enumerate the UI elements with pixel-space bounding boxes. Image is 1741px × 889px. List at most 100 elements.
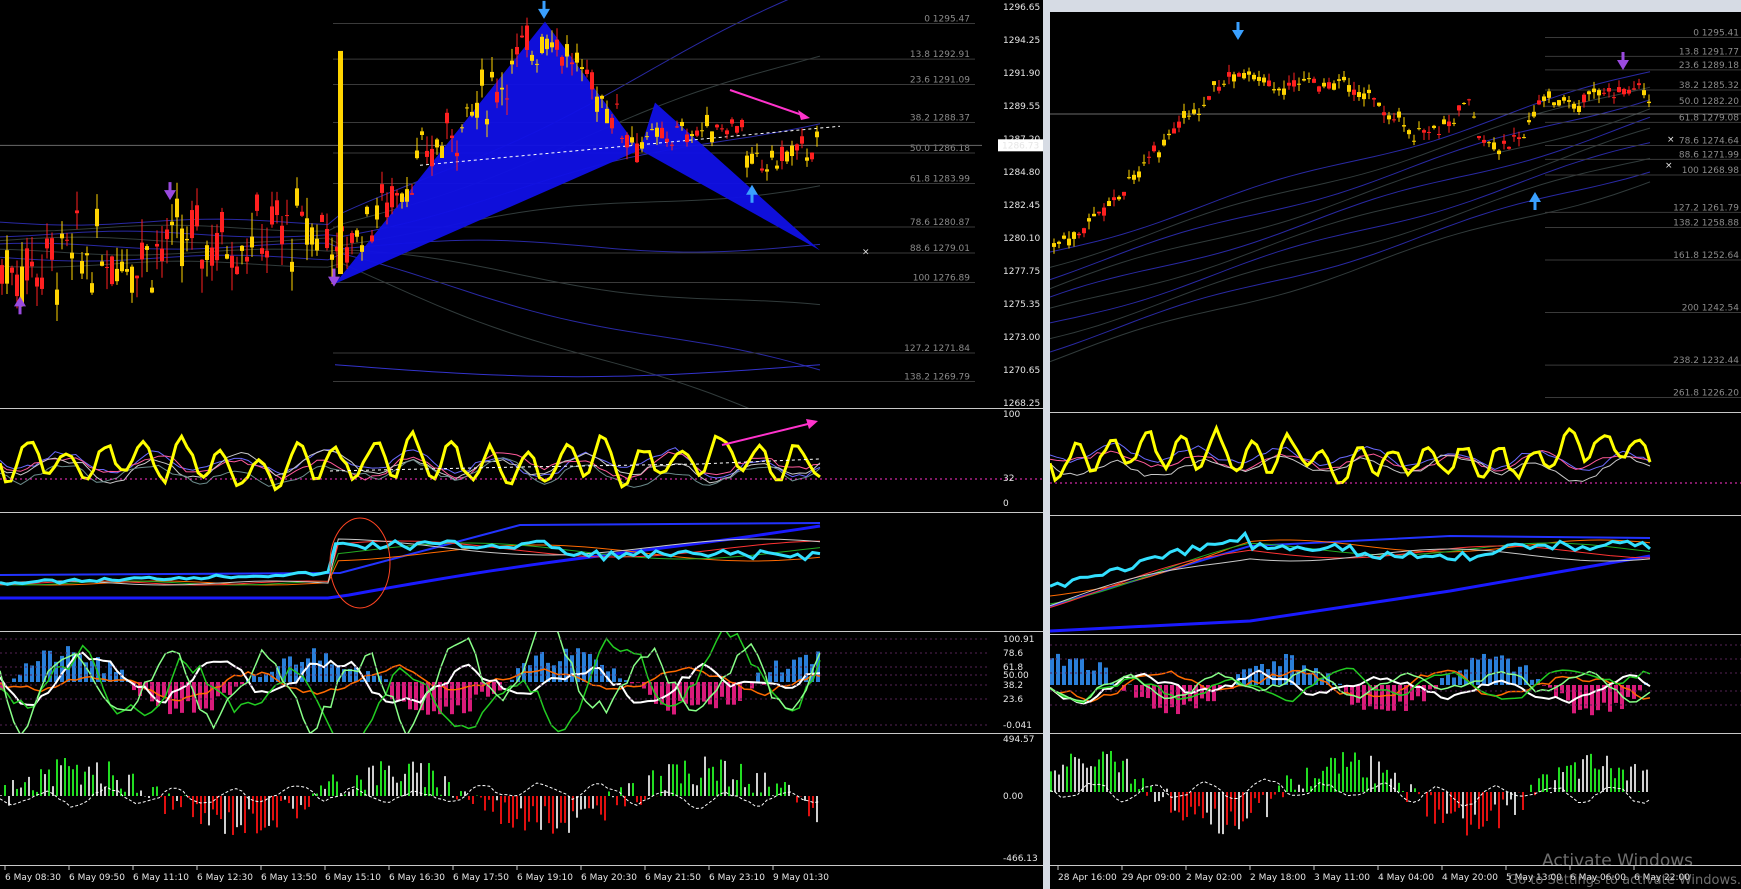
- right-ma-chart[interactable]: [1050, 516, 1741, 634]
- right-rsi-chart[interactable]: [1050, 413, 1741, 515]
- left-vol-bar-200: [200, 796, 202, 825]
- right-vol-bar-252: [1302, 788, 1304, 792]
- left-fib-label-2: 23.6 1291.09: [910, 76, 970, 86]
- right-candle-body-73: [1417, 128, 1421, 130]
- right-candle-body-65: [1377, 102, 1381, 106]
- left-rsi-pink-arrowhead: [806, 419, 818, 429]
- left-oscillator-chart[interactable]: 100.9178.661.850.0038.223.6-0.041: [0, 632, 1043, 733]
- right-osc-pane[interactable]: [1050, 635, 1741, 734]
- left-vol-bar-132: [132, 773, 134, 796]
- right-osc-bar-0: [1050, 658, 1054, 685]
- left-ma-slow-blue: [0, 524, 821, 600]
- left-vol-bar-700: [700, 777, 702, 796]
- right-vol-bar-164: [1214, 792, 1216, 809]
- left-candle-body-5: [25, 248, 29, 281]
- right-ma-pane[interactable]: [1050, 516, 1741, 635]
- left-vol-bar-288: [288, 796, 290, 804]
- right-volume-pane[interactable]: [1050, 734, 1741, 866]
- right-price-chart[interactable]: 0 1295.41 13.8 1291.77 23.6 1289.18 38.2 12…: [1050, 12, 1741, 412]
- right-chart-window[interactable]: 0 1295.41 13.8 1291.77 23.6 1289.18 38.2 12…: [1050, 0, 1741, 889]
- right-fib-label-12: 200 1242.54: [1682, 304, 1740, 314]
- left-vol-bar-48: [48, 769, 50, 796]
- left-osc-bar-228: [228, 682, 232, 695]
- left-price-chart[interactable]: 0 1295.47 13.8 1292.91 23.6 1291.09 38.2 12…: [0, 0, 1043, 408]
- left-vol-bar-756: [756, 773, 758, 796]
- right-rsi-pane[interactable]: [1050, 413, 1741, 516]
- left-chart-window[interactable]: 0 1295.47 13.8 1292.91 23.6 1291.09 38.2 12…: [0, 0, 1043, 889]
- right-osc-bar-390: [1440, 678, 1444, 685]
- left-candle-body-137: [685, 134, 689, 143]
- left-ma-pane[interactable]: [0, 513, 1043, 632]
- right-candle-body-5: [1077, 233, 1081, 236]
- right-vol-bar-56: [1106, 754, 1108, 792]
- left-osc-bar-408: [408, 682, 412, 710]
- left-fib-label-3: 38.2 1288.37: [910, 113, 970, 123]
- left-vol-bar-560: [560, 796, 562, 823]
- right-ma-slow-blue: [1050, 554, 1651, 633]
- left-time-label-1: 6 May 09:50: [69, 873, 125, 883]
- right-vol-bar-448: [1498, 792, 1500, 829]
- left-price-axis-label-5: 1284.80: [1003, 168, 1040, 178]
- right-candle-body-77: [1437, 133, 1441, 135]
- left-candle-body-159: [795, 144, 799, 151]
- left-vol-bar-544: [544, 796, 546, 807]
- left-vol-bar-760: [760, 792, 762, 796]
- left-osc-bar-18: [18, 674, 22, 682]
- left-yellow-x-mark: ×: [862, 248, 870, 258]
- right-vol-bar-320: [1370, 755, 1372, 792]
- window-splitter[interactable]: [1043, 0, 1050, 889]
- left-candle-body-90: [450, 135, 454, 139]
- left-volume-pane[interactable]: 494.57 0.00 -466.13: [0, 734, 1043, 866]
- right-candle-body-96: [1532, 111, 1536, 117]
- left-osc-pane[interactable]: 100.91 78.6 61.8 50.00 38.2 23.6 -0.041: [0, 632, 1043, 734]
- left-volume-chart[interactable]: 494.57 0.00 -466.13: [0, 734, 1043, 865]
- left-vol-bar-76: [76, 764, 78, 796]
- left-fib-label-10: 138.2 1269.79: [904, 373, 970, 383]
- left-current-price-label: 1286.73: [1002, 141, 1039, 151]
- right-volume-chart[interactable]: [1050, 734, 1741, 865]
- left-vol-bar-4: [4, 785, 6, 796]
- left-candle-body-36: [180, 228, 184, 267]
- right-vol-bar-72: [1122, 760, 1124, 792]
- right-vol-bar-308: [1358, 759, 1360, 792]
- left-candle-body-148: [740, 119, 744, 128]
- left-vol-bar-636: [636, 796, 638, 803]
- right-oscillator-chart[interactable]: [1050, 635, 1741, 733]
- right-window-titlebar[interactable]: [1050, 0, 1741, 12]
- right-candle-body-75: [1427, 131, 1431, 133]
- left-ma-chart[interactable]: [0, 513, 1043, 631]
- right-time-label-0: 28 Apr 16:00: [1058, 873, 1117, 883]
- right-vol-bar-144: [1194, 792, 1196, 815]
- left-ma-cyan: [0, 538, 821, 586]
- right-osc-bar-324: [1374, 685, 1378, 710]
- right-vol-bar-592: [1642, 770, 1644, 792]
- right-ma-line-0: [1050, 539, 1651, 597]
- left-rsi-pane[interactable]: 100 32 0: [0, 409, 1043, 513]
- left-candle-body-85: [425, 150, 429, 157]
- right-vol-bar-300: [1350, 761, 1352, 792]
- left-candle-body-91: [455, 152, 459, 157]
- left-candle-body-108: [540, 36, 544, 54]
- left-vol-bar-268: [268, 796, 270, 826]
- left-vol-bar-80: [80, 784, 82, 796]
- right-candle-body-3: [1067, 238, 1071, 246]
- left-candle-body-6: [30, 261, 34, 267]
- left-osc-axis-4: 38.2: [1003, 681, 1023, 691]
- left-osc-bar-480: [480, 682, 484, 692]
- right-osc-bar-546: [1596, 685, 1600, 711]
- left-price-pane[interactable]: 0 1295.47 13.8 1292.91 23.6 1291.09 38.2 12…: [0, 0, 1043, 409]
- right-osc-bar-48: [1098, 662, 1102, 685]
- right-price-pane[interactable]: 0 1295.41 13.8 1291.77 23.6 1289.18 38.2 12…: [1050, 12, 1741, 413]
- right-osc-bar-288: [1338, 683, 1342, 685]
- left-rsi-chart[interactable]: 100 32 0: [0, 409, 1043, 512]
- left-vol-bar-0: [0, 795, 2, 796]
- left-vol-bar-540: [540, 796, 542, 830]
- left-pink-trend-arrow: [729, 89, 806, 117]
- left-vol-bar-92: [92, 774, 94, 796]
- right-candle-body-2: [1062, 235, 1066, 239]
- left-osc-bar-792: [792, 659, 796, 682]
- left-candle-body-115: [575, 52, 579, 63]
- left-vol-bar-244: [244, 796, 246, 834]
- left-price-axis-label-8: 1277.75: [1003, 267, 1040, 277]
- right-candle-body-60: [1352, 89, 1356, 95]
